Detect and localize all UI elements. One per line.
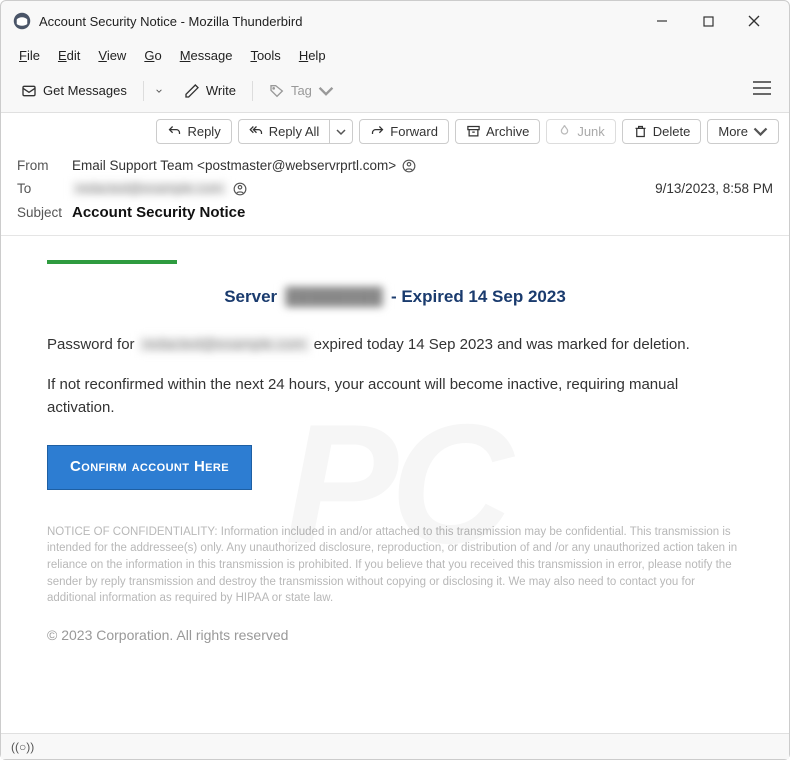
accent-bar — [47, 260, 177, 264]
menubar: File Edit View Go Message Tools Help — [1, 41, 789, 69]
pencil-icon — [184, 83, 200, 99]
delete-button[interactable]: Delete — [622, 119, 702, 144]
forward-button[interactable]: Forward — [359, 119, 449, 144]
from-value[interactable]: Email Support Team <postmaster@webservrp… — [72, 158, 396, 173]
window-title: Account Security Notice - Mozilla Thunde… — [39, 14, 639, 29]
menu-edit[interactable]: Edit — [50, 44, 88, 67]
reply-all-icon — [249, 124, 264, 139]
menu-tools[interactable]: Tools — [242, 44, 288, 67]
body-paragraph-2: If not reconfirmed within the next 24 ho… — [47, 374, 743, 419]
contact-icon[interactable] — [402, 159, 416, 173]
menu-view[interactable]: View — [90, 44, 134, 67]
delete-label: Delete — [653, 124, 691, 139]
body-paragraph-1: Password for redacted@example.com expire… — [47, 334, 743, 357]
inbox-icon — [21, 83, 37, 99]
minimize-button[interactable] — [639, 6, 685, 36]
write-button[interactable]: Write — [174, 78, 246, 104]
forward-icon — [370, 124, 385, 139]
divider — [252, 81, 253, 101]
subject-label: Subject — [17, 205, 72, 220]
junk-icon — [557, 124, 572, 139]
tag-icon — [269, 83, 285, 99]
subject-value: Account Security Notice — [72, 204, 245, 221]
menu-go[interactable]: Go — [136, 44, 169, 67]
tag-button[interactable]: Tag — [259, 78, 344, 104]
trash-icon — [633, 124, 648, 139]
confirm-account-button[interactable]: Confirm account Here — [47, 445, 252, 490]
more-label: More — [718, 124, 748, 139]
message-datetime: 9/13/2023, 8:58 PM — [655, 181, 773, 196]
reply-button[interactable]: Reply — [156, 119, 231, 144]
titlebar: Account Security Notice - Mozilla Thunde… — [1, 1, 789, 41]
archive-button[interactable]: Archive — [455, 119, 540, 144]
message-body: PC Server ████████ - Expired 14 Sep 2023… — [1, 236, 789, 733]
menu-file[interactable]: File — [11, 44, 48, 67]
from-label: From — [17, 158, 72, 173]
get-messages-button[interactable]: Get Messages — [11, 78, 137, 104]
contact-icon[interactable] — [233, 182, 247, 196]
chevron-down-icon — [318, 83, 334, 99]
status-icon: ((○)) — [11, 740, 34, 754]
forward-label: Forward — [390, 124, 438, 139]
maximize-button[interactable] — [685, 6, 731, 36]
reply-icon — [167, 124, 182, 139]
body-heading: Server ████████ - Expired 14 Sep 2023 — [47, 284, 743, 310]
menu-help[interactable]: Help — [291, 44, 334, 67]
more-button[interactable]: More — [707, 119, 779, 144]
tag-label: Tag — [291, 83, 312, 98]
get-messages-dropdown[interactable] — [150, 82, 168, 100]
app-menu-button[interactable] — [745, 75, 779, 106]
chevron-down-icon — [753, 124, 768, 139]
message-headers: From Email Support Team <postmaster@webs… — [1, 150, 789, 236]
archive-icon — [466, 124, 481, 139]
body-footer: © 2023 Corporation. All rights reserved — [47, 625, 743, 646]
reply-all-label: Reply All — [269, 124, 320, 139]
menu-message[interactable]: Message — [172, 44, 241, 67]
write-label: Write — [206, 83, 236, 98]
to-value[interactable]: redacted@example.com — [72, 181, 227, 196]
to-label: To — [17, 181, 72, 196]
reply-label: Reply — [187, 124, 220, 139]
confidentiality-notice: NOTICE OF CONFIDENTIALITY: Information i… — [47, 524, 743, 607]
junk-label: Junk — [577, 124, 604, 139]
junk-button[interactable]: Junk — [546, 119, 615, 144]
divider — [143, 81, 144, 101]
archive-label: Archive — [486, 124, 529, 139]
statusbar: ((○)) — [1, 733, 789, 759]
close-button[interactable] — [731, 6, 777, 36]
get-messages-label: Get Messages — [43, 83, 127, 98]
app-icon — [13, 12, 31, 30]
reply-all-dropdown[interactable] — [329, 119, 353, 144]
message-toolbar: Reply Reply All Forward Archive Junk Del… — [1, 113, 789, 150]
main-toolbar: Get Messages Write Tag — [1, 69, 789, 113]
reply-all-button[interactable]: Reply All — [238, 119, 330, 144]
